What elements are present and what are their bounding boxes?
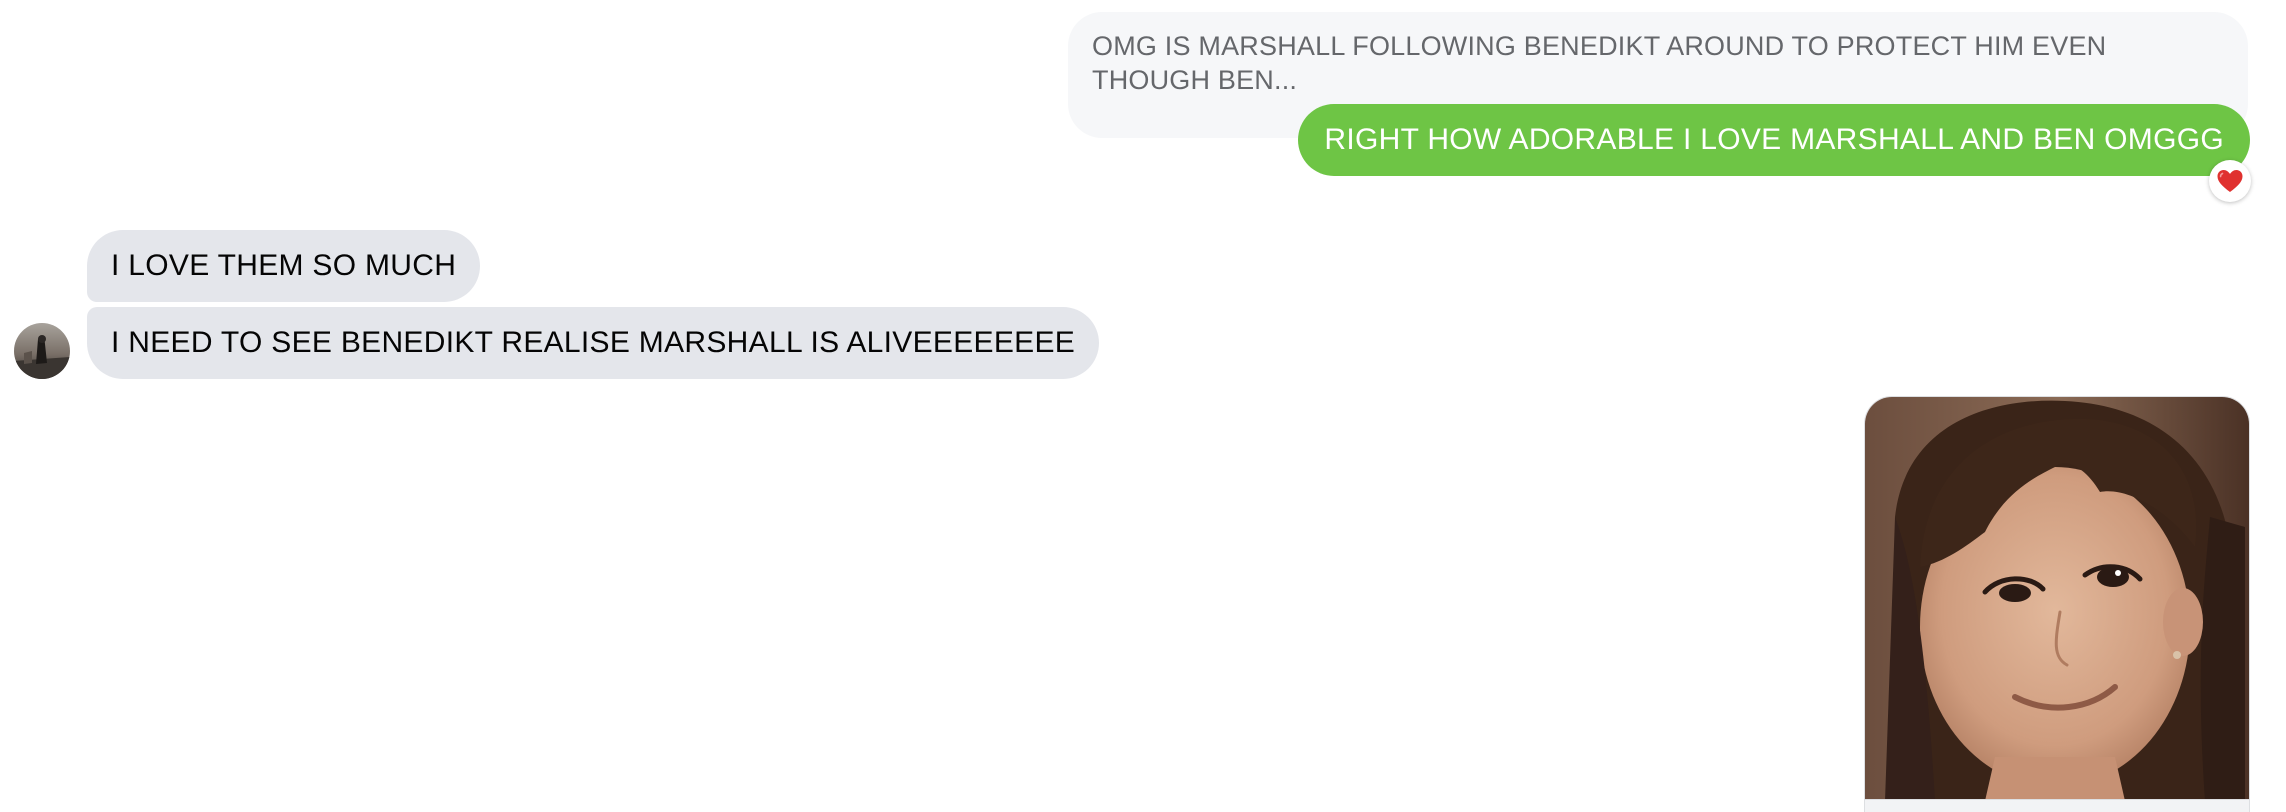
incoming-message-bubble[interactable]: I NEED TO SEE BENEDIKT REALISE MARSHALL … xyxy=(87,307,1100,379)
image-footer xyxy=(1864,800,2250,812)
quoted-message-text: OMG IS MARSHALL FOLLOWING BENEDIKT AROUN… xyxy=(1092,31,2107,95)
chat-thread: OMG IS MARSHALL FOLLOWING BENEDIKT AROUN… xyxy=(0,0,2286,812)
incoming-message-bubble[interactable]: I LOVE THEM SO MUCH xyxy=(87,230,481,302)
avatar[interactable] xyxy=(14,323,70,379)
portrait-gif xyxy=(1865,397,2249,799)
heart-reaction-icon[interactable] xyxy=(2209,160,2251,202)
outgoing-message-bubble[interactable]: RIGHT HOW ADORABLE I LOVE MARSHALL AND B… xyxy=(1298,104,2250,176)
shared-image[interactable] xyxy=(1864,396,2250,800)
profile-photo xyxy=(14,323,70,379)
heart-icon xyxy=(2217,170,2243,192)
